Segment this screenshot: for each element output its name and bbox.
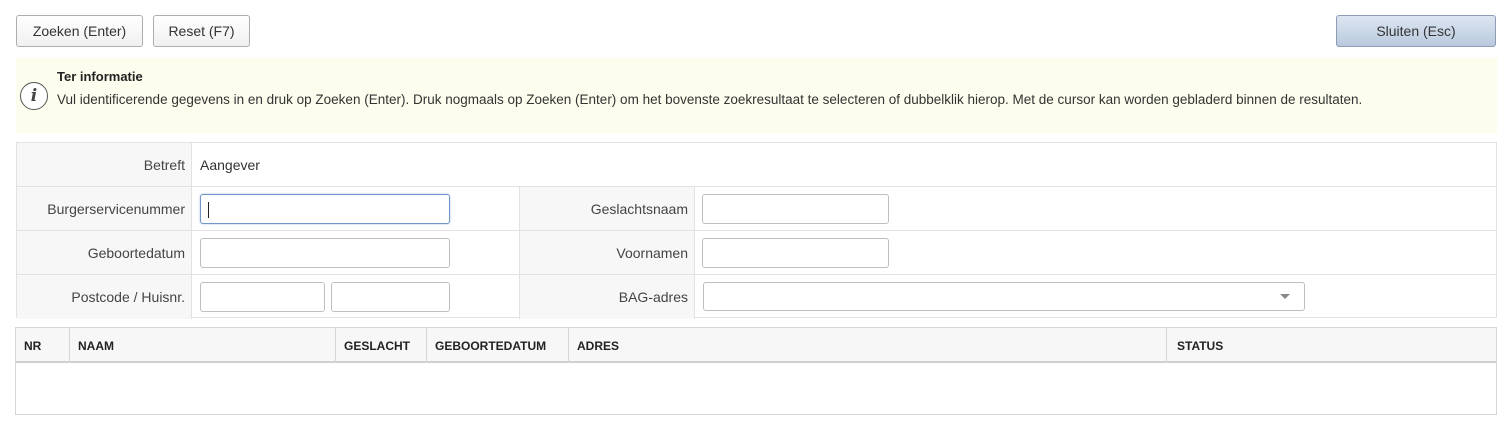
betreft-label: Betreft (17, 143, 192, 186)
grid-body (16, 365, 1496, 414)
form-row-postcode: Postcode / Huisnr. BAG-adres (17, 275, 1496, 319)
geslachtsnaam-input[interactable] (702, 194, 889, 224)
voornamen-input[interactable] (702, 238, 889, 268)
postcode-input[interactable] (200, 282, 325, 312)
column-header-geboortedatum[interactable]: GEBOORTEDATUM (427, 328, 569, 363)
bag-adres-label: BAG-adres (519, 275, 695, 319)
chevron-down-icon[interactable] (1280, 294, 1290, 299)
form-row-geboortedatum: Geboortedatum Voornamen (17, 231, 1496, 275)
column-header-geslacht[interactable]: GESLACHT (336, 328, 427, 363)
search-button[interactable]: Zoeken (Enter) (16, 15, 143, 47)
close-button[interactable]: Sluiten (Esc) (1336, 15, 1496, 47)
geboortedatum-input[interactable] (200, 238, 450, 268)
grid-header: NR NAAM GESLACHT GEBOORTEDATUM ADRES STA… (16, 328, 1496, 363)
column-header-naam[interactable]: NAAM (70, 328, 336, 363)
postcode-label: Postcode / Huisnr. (17, 275, 192, 319)
geslachtsnaam-label: Geslachtsnaam (519, 187, 695, 230)
reset-button[interactable]: Reset (F7) (153, 15, 250, 47)
info-panel: i Ter informatie Vul identificerende geg… (16, 58, 1497, 133)
betreft-value: Aangever (200, 156, 260, 173)
bsn-label: Burgerservicenummer (17, 187, 192, 230)
search-form: Betreft Aangever Burgerservicenummer Ges… (16, 142, 1497, 319)
info-text: Vul identificerende gegevens in en druk … (57, 92, 1363, 107)
results-grid: NR NAAM GESLACHT GEBOORTEDATUM ADRES STA… (15, 327, 1497, 415)
info-title: Ter informatie (57, 69, 143, 84)
geboortedatum-label: Geboortedatum (17, 231, 192, 274)
bsn-input[interactable] (200, 194, 450, 224)
bag-adres-select[interactable] (703, 282, 1305, 311)
voornamen-label: Voornamen (519, 231, 695, 274)
column-header-adres[interactable]: ADRES (569, 328, 1167, 363)
column-header-status[interactable]: STATUS (1167, 328, 1496, 363)
huisnummer-input[interactable] (331, 282, 450, 312)
info-icon: i (20, 82, 48, 110)
column-header-nr[interactable]: NR (16, 328, 70, 363)
form-row-betreft: Betreft Aangever (17, 143, 1496, 187)
text-caret (208, 202, 209, 218)
form-row-bsn: Burgerservicenummer Geslachtsnaam (17, 187, 1496, 231)
